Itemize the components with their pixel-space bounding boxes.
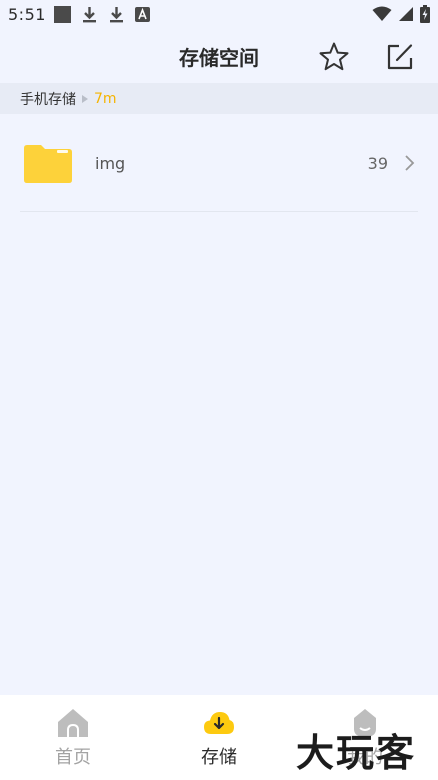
square-notification-icon xyxy=(54,6,71,23)
download-icon xyxy=(83,7,96,23)
nav-item-storage[interactable]: 存储 xyxy=(146,695,292,780)
folder-icon xyxy=(24,145,72,183)
nav-label: 存储 xyxy=(201,747,237,768)
wifi-icon xyxy=(372,6,392,21)
breadcrumb-root[interactable]: 手机存储 xyxy=(20,89,76,109)
battery-charging-icon xyxy=(420,5,430,23)
notification-icons xyxy=(54,6,150,23)
file-list: img 39 xyxy=(0,114,438,212)
screen: 5:51 存储空间 手机存储 7m img 39 首页 存储 我的 大玩客 xyxy=(0,0,438,780)
watermark: 大玩客 xyxy=(296,731,417,775)
breadcrumb: 手机存储 7m xyxy=(0,83,438,114)
signal-icon xyxy=(399,7,413,21)
title-bar: 存储空间 xyxy=(0,30,438,82)
edit-button[interactable] xyxy=(383,40,417,74)
nav-item-home[interactable]: 首页 xyxy=(0,695,146,780)
list-item[interactable]: img 39 xyxy=(0,114,438,212)
download-icon xyxy=(110,7,123,23)
system-icons xyxy=(372,5,430,23)
edit-icon xyxy=(387,44,413,70)
status-time: 5:51 xyxy=(8,5,46,24)
home-icon xyxy=(58,709,88,737)
row-divider xyxy=(20,211,418,212)
a-notification-icon xyxy=(135,7,150,22)
breadcrumb-current: 7m xyxy=(94,90,117,107)
chevron-right-icon xyxy=(405,155,415,171)
breadcrumb-separator-icon xyxy=(82,94,88,103)
page-title: 存储空间 xyxy=(179,46,259,70)
star-icon xyxy=(319,42,349,71)
nav-label: 首页 xyxy=(55,747,91,768)
favorite-button[interactable] xyxy=(317,40,351,74)
file-count: 39 xyxy=(367,154,388,173)
status-bar: 5:51 xyxy=(0,0,438,30)
file-name: img xyxy=(95,154,126,173)
cloud-download-icon xyxy=(204,712,234,734)
